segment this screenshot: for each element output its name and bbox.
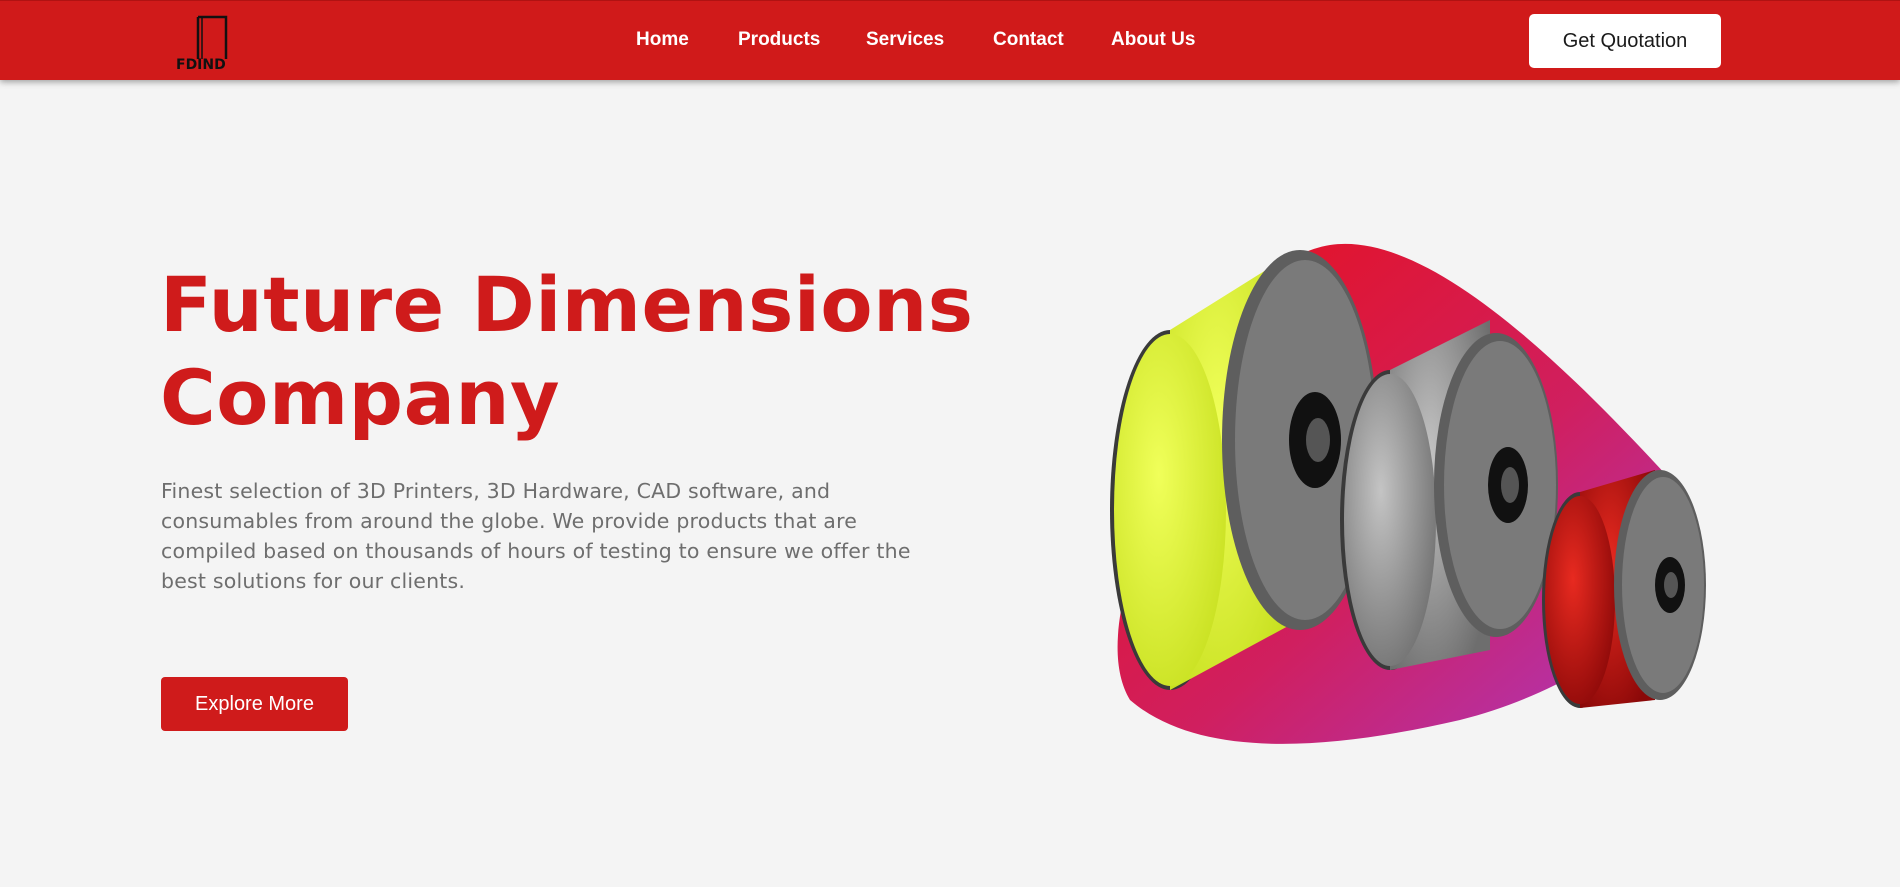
nav-link-about-us[interactable]: About Us xyxy=(1111,29,1195,51)
nav-link-contact[interactable]: Contact xyxy=(993,29,1064,51)
hero-title: Future Dimensions Company xyxy=(160,258,980,444)
hero-description: Finest selection of 3D Printers, 3D Hard… xyxy=(161,479,911,593)
hero-title-line1: Future Dimensions xyxy=(160,260,974,349)
company-logo[interactable]: FDIND xyxy=(174,13,238,71)
red-spool-icon xyxy=(1542,470,1706,708)
logo-text: FDIND xyxy=(176,57,226,71)
hero-title-line2: Company xyxy=(160,353,561,442)
nav-link-home[interactable]: Home xyxy=(636,29,689,51)
get-quotation-button[interactable]: Get Quotation xyxy=(1529,14,1721,68)
filament-spools-illustration xyxy=(1100,230,1740,750)
explore-more-button[interactable]: Explore More xyxy=(161,677,348,731)
top-navbar: FDIND Home Products Services Contact Abo… xyxy=(0,0,1900,80)
nav-link-services[interactable]: Services xyxy=(866,29,944,51)
nav-link-products[interactable]: Products xyxy=(738,29,820,51)
